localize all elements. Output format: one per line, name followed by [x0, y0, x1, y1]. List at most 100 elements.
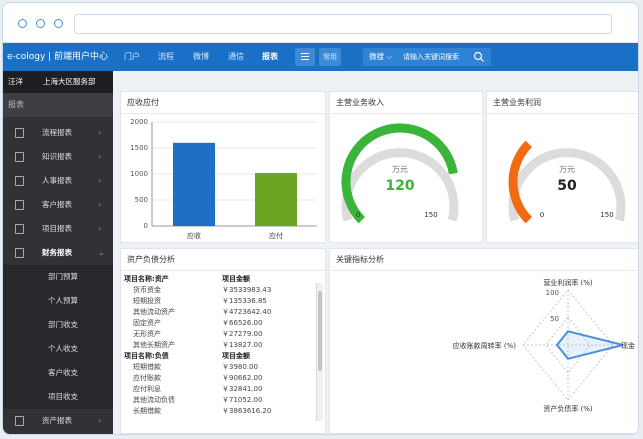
y-tick-label: 2000: [130, 118, 148, 126]
y-tick-label: 1500: [130, 144, 148, 152]
gauge-unit: 万元: [559, 165, 575, 174]
balance-panel: 资产负债分析 项目名称:资产 项目金额 货币资金 ￥3533983.43 短期投资 ￥13…: [120, 248, 326, 434]
menu-button[interactable]: [295, 48, 315, 66]
y-tick-label: 1000: [130, 170, 148, 178]
indicators-panel: 关键指标分析 100 50 营业利润率 (%) 现金 资产负债率 (%) 应收账…: [329, 248, 638, 434]
scrollbar-thumb[interactable]: [318, 291, 322, 371]
sidebar-item-project-reports[interactable]: 项目报表 ›: [3, 217, 113, 241]
window-dot-icon[interactable]: [36, 19, 45, 28]
brand-title: e-cology | 前端用户中心: [7, 52, 109, 62]
nav-workflow[interactable]: 流程: [158, 43, 174, 71]
table-row: 固定资产 ￥66526.00: [124, 318, 316, 329]
chevron-right-icon: ›: [98, 176, 102, 185]
browser-window: e-cology | 前端用户中心 门户 流程 微博 通信 报表 常用 微搜 ⌵…: [2, 2, 639, 435]
table-row: 货币资金 ￥3533983.43: [124, 285, 316, 296]
gauge-max-label: 150: [424, 211, 437, 219]
item-amount-cell: ￥13827.00: [222, 341, 263, 349]
item-amount-cell: ￥4723642.40: [222, 308, 272, 316]
panel-title: 资产负债分析: [121, 249, 325, 271]
y-tick-label: 500: [135, 196, 148, 204]
nav-communication[interactable]: 通信: [228, 43, 244, 71]
sidebar-item-asset-reports[interactable]: 资产报表 ›: [3, 409, 113, 433]
item-name-cell: 项目名称:负债: [124, 352, 169, 360]
gauge-value: 120: [385, 178, 414, 194]
sidebar-item-workflow-reports[interactable]: 流程报表 ›: [3, 121, 113, 145]
profit-panel: 主营业务利润 万元 50 0 150: [486, 91, 638, 243]
sidebar-subitem-project-income[interactable]: 项目收支: [3, 385, 113, 409]
x-tick-label: 应付: [269, 231, 283, 240]
sidebar-item-finance-reports[interactable]: 财务报表 ⌄: [3, 241, 113, 265]
top-navbar: e-cology | 前端用户中心 门户 流程 微博 通信 报表 常用 微搜 ⌵…: [3, 43, 638, 71]
sidebar-subitem-dept-budget[interactable]: 部门预算: [3, 265, 113, 289]
item-name-cell: 短期投资: [133, 297, 161, 305]
user-name[interactable]: 汪洋: [8, 71, 23, 93]
address-bar[interactable]: [74, 14, 612, 34]
radar-tick-label: 100: [546, 289, 559, 297]
search-scope-dropdown[interactable]: 微搜 ⌵: [369, 48, 392, 66]
item-name-cell: 其他长期资产: [133, 341, 175, 349]
menu-icon: [301, 53, 309, 54]
panel-title: 应收应付: [121, 92, 325, 114]
dashboard-content: 应收应付 2000 1500 1000 500 0 应收 应付 主营业务收入 万…: [113, 71, 638, 434]
item-name-cell: 长期借款: [133, 407, 161, 415]
document-icon: [15, 152, 24, 162]
table-scrollbar[interactable]: [316, 283, 323, 421]
chevron-right-icon: ›: [98, 224, 102, 233]
item-amount-cell: ￥3533983.43: [222, 286, 272, 294]
item-amount-cell: ￥71052.00: [222, 396, 263, 404]
section-label: 报表: [3, 93, 113, 117]
item-name-cell: 短期借款: [133, 363, 161, 371]
radar-series[interactable]: [555, 330, 624, 360]
gauge-min-label: 0: [356, 211, 360, 219]
user-department[interactable]: 上海大区服务部: [43, 71, 96, 93]
nav-weibo[interactable]: 微博: [193, 43, 209, 71]
gauge-min-label: 0: [540, 211, 544, 219]
table-row: 短期投资 ￥135336.85: [124, 296, 316, 307]
receivable-bar-chart: 2000 1500 1000 500 0 应收 应付: [130, 118, 317, 240]
panel-title: 关键指标分析: [330, 249, 638, 271]
item-amount-cell: 项目金额: [222, 352, 250, 360]
sidebar-subitem-dept-income[interactable]: 部门收支: [3, 313, 113, 337]
nav-reports[interactable]: 报表: [262, 43, 278, 71]
sidebar-subitem-personal-budget[interactable]: 个人预算: [3, 289, 113, 313]
chevron-down-icon: ⌄: [98, 248, 105, 257]
item-amount-cell: ￥27279.00: [222, 330, 263, 338]
nav-portal[interactable]: 门户: [124, 43, 140, 71]
search-input[interactable]: 请输入关键词搜索: [403, 48, 469, 66]
item-amount-cell: 项目金额: [222, 275, 250, 283]
search-box: 微搜 ⌵ 请输入关键词搜索: [363, 48, 491, 66]
window-dot-icon[interactable]: [18, 19, 27, 28]
radar-axis-label: 现金: [621, 341, 635, 350]
income-gauge: 万元 120 0 150: [341, 123, 459, 224]
panel-title: 主营业务利润: [487, 92, 638, 114]
window-dot-icon[interactable]: [54, 19, 63, 28]
sidebar-item-knowledge-reports[interactable]: 知识报表 ›: [3, 145, 113, 169]
bar-payable[interactable]: [255, 172, 297, 226]
item-name-cell: 货币资金: [133, 286, 161, 294]
sidebar-item-customer-reports[interactable]: 客户报表 ›: [3, 193, 113, 217]
profit-gauge: 万元 50 0 150: [508, 140, 626, 224]
chevron-right-icon: ›: [98, 416, 102, 425]
user-row: 汪洋 上海大区服务部: [3, 71, 113, 93]
item-name-cell: 其他流动负债: [133, 396, 175, 404]
sidebar-subitem-personal-income[interactable]: 个人收支: [3, 337, 113, 361]
table-row: 短期借款 ￥3980.00: [124, 362, 316, 373]
bar-receivable[interactable]: [173, 142, 215, 226]
common-button[interactable]: 常用: [319, 48, 341, 66]
person-card-icon: [15, 176, 24, 186]
table-row: 应付账款 ￥90662.00: [124, 373, 316, 384]
table-row: 其他流动资产 ￥4723642.40: [124, 307, 316, 318]
indicators-radar-chart: 100 50 营业利润率 (%) 现金 资产负债率 (%) 应收账款周转率 (%…: [453, 278, 635, 413]
item-amount-cell: ￥66526.00: [222, 319, 263, 327]
table-header-row: 项目名称:资产 项目金额: [124, 274, 316, 285]
sidebar-item-hr-reports[interactable]: 人事报表 ›: [3, 169, 113, 193]
item-amount-cell: ￥135336.85: [222, 297, 267, 305]
table-row: 应付利息 ￥32841.00: [124, 384, 316, 395]
search-icon[interactable]: [473, 51, 485, 63]
chevron-right-icon: ›: [98, 128, 102, 137]
y-tick-label: 0: [144, 222, 148, 230]
sidebar-subitem-customer-income[interactable]: 客户收支: [3, 361, 113, 385]
gauge-max-label: 150: [600, 211, 613, 219]
browser-chrome: [3, 3, 638, 43]
chevron-right-icon: ›: [98, 200, 102, 209]
